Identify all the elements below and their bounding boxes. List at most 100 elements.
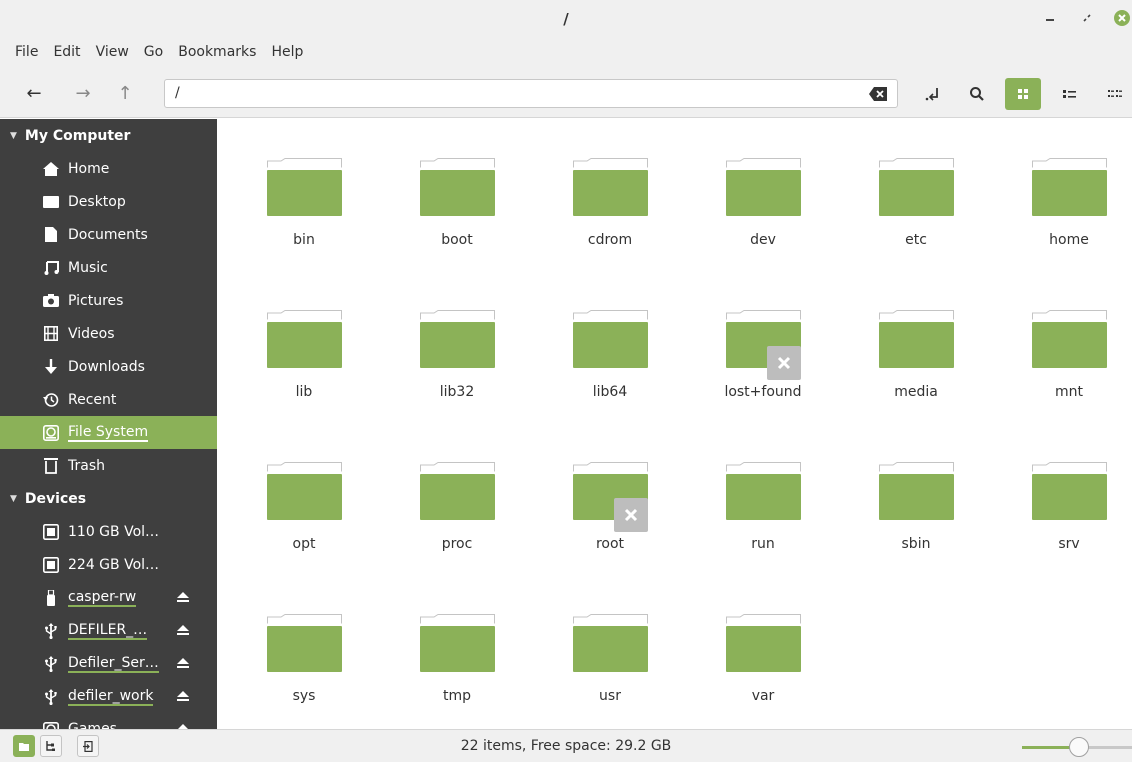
minimize-button[interactable] — [1040, 8, 1060, 28]
file-item[interactable]: mnt — [1009, 282, 1129, 402]
sidebar-item-volume-110gb[interactable]: 110 GB Vol… — [0, 515, 217, 548]
file-item[interactable]: lib64 — [550, 282, 670, 402]
file-item[interactable]: var — [703, 586, 823, 706]
zoom-slider-handle[interactable] — [1069, 737, 1090, 757]
sidebar-item-label: Recent — [68, 391, 117, 408]
sidebar-item-label: Videos — [68, 325, 115, 342]
location-input[interactable]: / — [175, 85, 180, 101]
icon-view-button[interactable] — [1005, 78, 1041, 110]
sidebar-item-videos[interactable]: Videos — [0, 317, 217, 350]
compact-view-button[interactable] — [1100, 80, 1130, 108]
sidebar-item-casper-rw[interactable]: casper-rw — [0, 581, 217, 614]
folder-icon — [879, 462, 954, 522]
file-item[interactable]: bin — [244, 130, 364, 250]
file-item[interactable]: lib32 — [397, 282, 517, 402]
file-name: etc — [905, 232, 927, 248]
file-item[interactable]: boot — [397, 130, 517, 250]
folder-icon — [420, 614, 495, 674]
sidebar-item-desktop[interactable]: Desktop — [0, 185, 217, 218]
eject-icon[interactable] — [176, 722, 190, 729]
sidebar-item-label: Desktop — [68, 193, 126, 210]
menu-edit[interactable]: Edit — [47, 44, 86, 60]
forward-button[interactable]: → — [70, 81, 96, 105]
home-icon — [43, 161, 59, 177]
file-item[interactable]: media — [856, 282, 976, 402]
sidebar-item-label: Downloads — [68, 358, 145, 375]
sidebar-item-music[interactable]: Music — [0, 251, 217, 284]
sidebar-item-defiler-ser[interactable]: Defiler_Ser… — [0, 647, 217, 680]
sidebar-item-pictures[interactable]: Pictures — [0, 284, 217, 317]
zoom-slider[interactable] — [1022, 737, 1132, 757]
sidebar-item-recent[interactable]: Recent — [0, 383, 217, 416]
folder-icon — [879, 310, 954, 370]
menu-go[interactable]: Go — [138, 44, 169, 60]
maximize-button[interactable] — [1077, 8, 1097, 28]
clear-location-icon[interactable] — [869, 87, 887, 101]
section-title: My Computer — [24, 127, 131, 144]
sidebar-item-home[interactable]: Home — [0, 152, 217, 185]
file-view[interactable]: bin boot cdrom dev etc home lib lib32 lib64 lost+… — [217, 119, 1132, 729]
disk-icon — [43, 721, 59, 729]
sidebar-item-downloads[interactable]: Downloads — [0, 350, 217, 383]
search-button[interactable] — [962, 80, 992, 108]
folder-icon — [267, 462, 342, 522]
file-item[interactable]: cdrom — [550, 130, 670, 250]
folder-icon — [420, 310, 495, 370]
menu-bookmarks[interactable]: Bookmarks — [172, 44, 262, 60]
drive-icon — [43, 523, 59, 540]
folder-icon — [420, 158, 495, 218]
sidebar-item-games[interactable]: Games — [0, 713, 217, 729]
file-item[interactable]: usr — [550, 586, 670, 706]
pictures-icon — [43, 293, 59, 309]
eject-icon[interactable] — [176, 590, 190, 604]
sidebar-item-defiler[interactable]: DEFILER_… — [0, 614, 217, 647]
toggle-location-icon — [925, 88, 938, 101]
file-item[interactable]: opt — [244, 434, 364, 554]
sidebar-item-defiler-work[interactable]: defiler_work — [0, 680, 217, 713]
list-view-button[interactable] — [1055, 80, 1085, 108]
file-name: root — [595, 536, 625, 552]
sidebar-item-label: DEFILER_… — [68, 621, 148, 640]
back-button[interactable]: ← — [21, 81, 47, 105]
menu-view[interactable]: View — [90, 44, 135, 60]
sidebar-item-volume-224gb[interactable]: 224 GB Vol… — [0, 548, 217, 581]
file-item[interactable]: tmp — [397, 586, 517, 706]
file-item[interactable]: proc — [397, 434, 517, 554]
toggle-location-button[interactable] — [918, 80, 948, 108]
close-button[interactable] — [1114, 10, 1130, 26]
eject-icon[interactable] — [176, 623, 190, 637]
file-item[interactable]: root — [550, 434, 670, 554]
eject-icon[interactable] — [176, 656, 190, 670]
file-item[interactable]: dev — [703, 130, 823, 250]
folder-icon — [573, 614, 648, 674]
file-item[interactable]: sbin — [856, 434, 976, 554]
sidebar-item-trash[interactable]: Trash — [0, 449, 217, 482]
title-bar: / — [0, 0, 1132, 36]
minimize-icon — [1046, 19, 1054, 21]
sidebar-item-documents[interactable]: Documents — [0, 218, 217, 251]
file-item[interactable]: etc — [856, 130, 976, 250]
arrow-right-icon: → — [75, 82, 91, 104]
file-item[interactable]: run — [703, 434, 823, 554]
sidebar-item-label: 224 GB Vol… — [68, 556, 160, 573]
file-item[interactable]: sys — [244, 586, 364, 706]
file-name: usr — [599, 688, 621, 704]
file-name: opt — [292, 536, 316, 552]
menu-help[interactable]: Help — [265, 44, 309, 60]
sidebar-item-file-system[interactable]: File System — [0, 416, 217, 449]
folder-icon — [267, 310, 342, 370]
drive-icon — [43, 556, 59, 573]
file-item[interactable]: home — [1009, 130, 1129, 250]
file-item[interactable]: lib — [244, 282, 364, 402]
location-bar[interactable]: / — [164, 79, 898, 108]
folder-icon — [1032, 158, 1107, 218]
up-button[interactable]: ↑ — [112, 81, 138, 105]
eject-icon[interactable] — [176, 689, 190, 703]
menu-file[interactable]: File — [9, 44, 44, 60]
file-item[interactable]: srv — [1009, 434, 1129, 554]
sidebar-section-my-computer[interactable]: ▼ My Computer — [0, 119, 217, 152]
folder-icon — [573, 462, 648, 532]
sidebar-section-devices[interactable]: ▼ Devices — [0, 482, 217, 515]
icon-view-icon — [1018, 89, 1028, 99]
file-item[interactable]: lost+found — [703, 282, 823, 402]
